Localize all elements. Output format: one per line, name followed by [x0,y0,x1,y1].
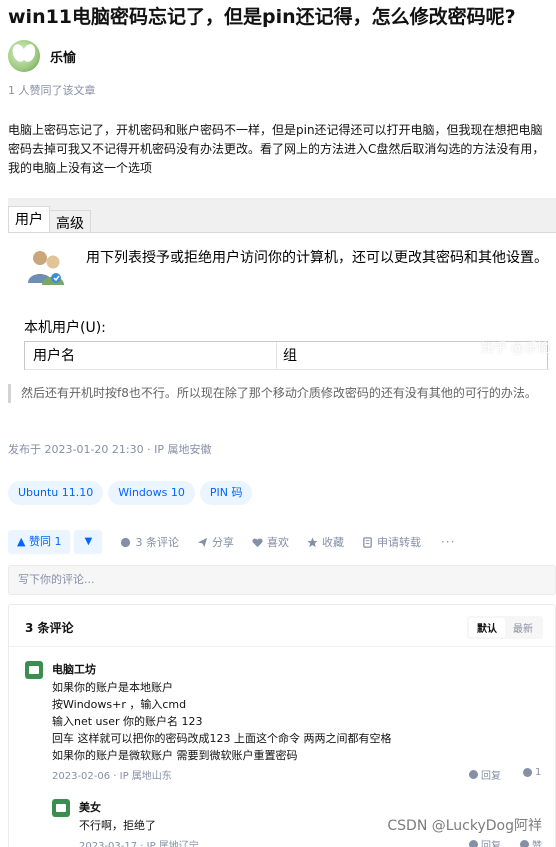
users-table: 用户名 组 [24,341,549,370]
sort-latest-button[interactable]: 最新 [505,618,541,637]
tab-users: 用户 [8,206,50,234]
reply-icon [469,770,478,779]
comment-input[interactable]: 写下你的评论... [8,565,556,595]
comment-line: 按Windows+r ，输入cmd [52,698,187,711]
publish-meta: 发布于 2023-01-20 21:30 · IP 属地安徽 [8,443,212,456]
heart-icon [252,538,263,547]
author-block: 乐愉 [8,40,76,72]
dialog-tabs: 用户 高级 [8,206,91,234]
upvote-info: 1 人赞同了该文章 [8,84,96,97]
favorite-button-label: 收藏 [321,536,344,549]
comment-icon [121,537,131,547]
users-icon [28,251,64,285]
repost-button[interactable]: 申请转载 [362,534,421,550]
author-name[interactable]: 乐愉 [50,47,76,66]
dialog-panel: 用下列表授予或拒绝用户访问你的计算机，还可以更改其密码和其他设置。 本机用户(U… [8,232,556,370]
sort-default-button[interactable]: 默认 [469,618,505,637]
commenter-name[interactable]: 电脑工坊 [52,661,96,677]
commenter-avatar[interactable] [25,661,43,679]
question-title[interactable]: win11电脑密码忘记了，但是pin还记得，怎么修改密码呢? [8,2,516,29]
reply-button[interactable]: 回复 [469,837,501,847]
action-bar: ▲ 赞同 1 ▼ 3 条评论 分享 喜欢 收藏 申请转载 ··· [8,530,556,554]
share-button[interactable]: 分享 [197,534,234,550]
comments-section: 3 条评论 默认 最新 电脑工坊 如果你的账户是本地账户 按Windows+r … [8,604,556,847]
reply-label: 回复 [481,771,501,782]
like-button[interactable]: 喜欢 [252,534,289,550]
share-icon [197,537,208,547]
comment-like-count: 赞 [532,841,542,847]
star-icon [307,536,318,547]
comment-line: 回车 这样就可以把你的密码改成123 上面这个命令 两两之间都有空格 [52,732,392,745]
comments-count: 3 条评论 [25,621,74,635]
tag-windows[interactable]: Windows 10 [108,481,195,505]
comment-like-count: 1 [535,767,542,778]
downvote-button[interactable]: ▼ [74,530,103,554]
embedded-screenshot: 用户 高级 用下列表授予或拒绝用户访问你的计算机，还可以更改其密码和其他设置。 … [8,198,556,370]
repost-button-label: 申请转载 [376,536,421,549]
comments-button[interactable]: 3 条评论 [120,534,179,550]
quote-block: 然后还有开机时按f8也不行。所以现在除了那个移动介质修改密码的还有没有其他的可行… [8,384,554,403]
comment-like-button[interactable]: 赞 [520,837,542,847]
comment-line: 不行啊，拒绝了 [79,819,156,832]
article-body: 电脑上密码忘记了，开机密码和账户密码不一样，但是pin还记得还可以打开电脑，但我… [8,123,545,175]
reply-meta: 2023-03-17 · IP 属地辽宁 [79,841,199,847]
sort-toggle: 默认 最新 [467,616,543,639]
local-users-label: 本机用户(U): [24,320,106,336]
tag-pin[interactable]: PIN 码 [199,481,253,505]
csdn-watermark: CSDN @LuckyDog阿祥 [387,818,542,834]
comment-line: 如果你的账户是本地账户 [52,681,173,694]
tag-ubuntu[interactable]: Ubuntu 11.10 [8,481,104,505]
author-avatar[interactable] [8,40,40,72]
like-button-label: 喜欢 [266,536,289,549]
thumb-up-icon [520,840,529,847]
share-button-label: 分享 [211,536,234,549]
dialog-description: 用下列表授予或拒绝用户访问你的计算机，还可以更改其密码和其他设置。 [86,250,548,266]
more-button[interactable]: ··· [441,535,455,549]
comment-text: 如果你的账户是本地账户 按Windows+r ，输入cmd 输入net user… [52,679,391,764]
tag-list: Ubuntu 11.10 Windows 10 PIN 码 [8,481,253,505]
replier-name[interactable]: 美女 [79,799,101,815]
reply-text: 不行啊，拒绝了 [79,817,156,834]
comments-header: 3 条评论 默认 最新 [9,605,555,647]
comment-like-button[interactable]: 1 [523,767,541,778]
zhihu-watermark: 知乎 @乐愉 [480,341,550,356]
favorite-button[interactable]: 收藏 [307,534,344,550]
reply-label: 回复 [481,841,501,847]
comment-meta: 2023-02-06 · IP 属地山东 [52,771,172,782]
document-icon [363,536,372,548]
comment-item: 电脑工坊 如果你的账户是本地账户 按Windows+r ，输入cmd 输入net… [25,661,541,782]
upvote-button[interactable]: ▲ 赞同 1 [8,530,71,554]
comment-line: 如果你的账户是微软账户 需要到微软账户重置密码 [52,749,298,762]
col-username: 用户名 [25,342,277,370]
comment-line: 输入net user 你的账户名 123 [52,715,203,728]
thumb-up-icon [523,768,532,777]
reply-button[interactable]: 回复 [469,767,501,782]
tab-advanced: 高级 [50,210,91,234]
reply-icon [469,840,478,847]
replier-avatar[interactable] [52,799,70,817]
comments-button-label: 3 条评论 [135,536,179,549]
